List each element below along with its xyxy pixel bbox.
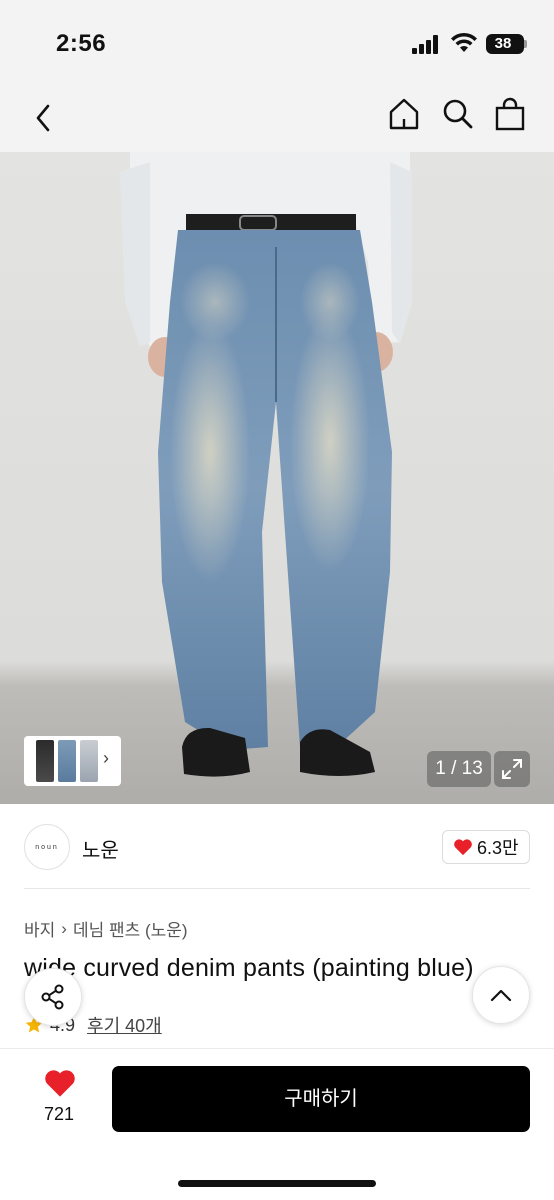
shop-like-button[interactable]: 6.3만	[442, 830, 530, 864]
shop-logo[interactable]: noun	[24, 824, 70, 870]
product-photo	[120, 152, 412, 777]
shop-name[interactable]: 노운	[82, 834, 119, 863]
shop-like-count: 6.3만	[477, 838, 519, 858]
thumbnail[interactable]	[80, 740, 98, 782]
shopping-bag-icon[interactable]	[490, 94, 530, 134]
product-title: wide curved denim pants (painting blue)	[24, 954, 474, 982]
divider	[24, 888, 530, 889]
share-icon	[41, 984, 64, 1010]
chevron-right-icon[interactable]: ›	[103, 748, 109, 769]
home-indicator	[178, 1180, 376, 1187]
buy-button[interactable]: 구매하기	[112, 1066, 530, 1132]
image-counter: 1 / 13	[427, 751, 491, 787]
battery-level: 38	[494, 35, 512, 52]
expand-icon[interactable]	[494, 751, 530, 787]
wishlist-button[interactable]	[38, 1068, 82, 1103]
chevron-right-icon: ›	[61, 918, 67, 938]
home-icon[interactable]	[384, 94, 424, 134]
product-image[interactable]	[0, 152, 554, 804]
status-bar: 2:56 38	[0, 0, 554, 86]
breadcrumb-item-subcategory[interactable]: 데님 팬츠 (노운)	[73, 916, 188, 941]
status-time: 2:56	[56, 30, 107, 57]
nav-bar	[0, 86, 554, 152]
wishlist-count: 721	[43, 1104, 75, 1124]
chevron-up-icon	[490, 989, 512, 1002]
thumbnail[interactable]	[36, 740, 54, 782]
heart-icon	[454, 839, 472, 856]
thumbnail[interactable]	[58, 740, 76, 782]
review-link[interactable]: 후기 40개	[87, 1012, 162, 1038]
share-button[interactable]	[24, 968, 82, 1026]
breadcrumb-item-category[interactable]: 바지	[24, 916, 55, 941]
scroll-top-button[interactable]	[472, 966, 530, 1024]
breadcrumb: 바지 › 데님 팬츠 (노운)	[24, 916, 188, 941]
search-icon[interactable]	[438, 94, 478, 134]
wifi-icon	[451, 32, 477, 52]
chevron-left-icon[interactable]	[28, 98, 58, 138]
heart-icon	[45, 1070, 75, 1097]
signal-icon	[412, 34, 442, 54]
